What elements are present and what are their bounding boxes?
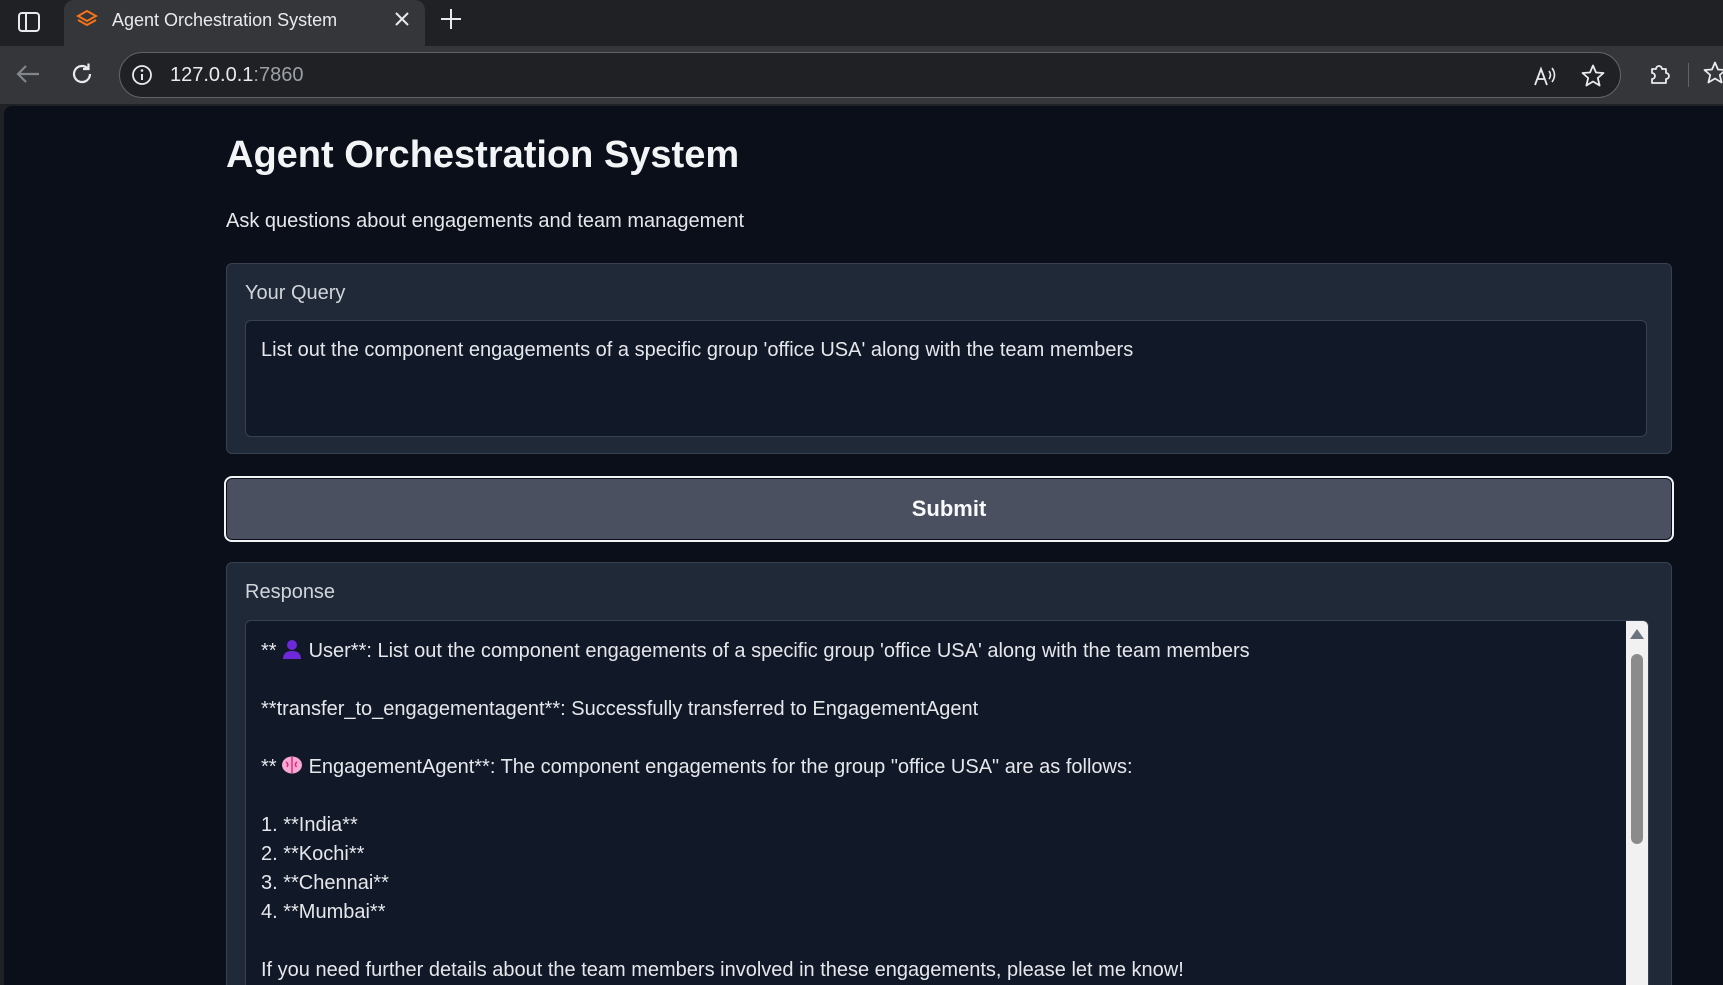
url-host: 127.0.0.1 bbox=[170, 64, 254, 86]
plus-icon[interactable] bbox=[436, 4, 466, 34]
query-input[interactable]: List out the component engagements of a … bbox=[245, 320, 1647, 437]
closing-message: If you need further details about the te… bbox=[261, 959, 1184, 981]
page-viewport: Agent Orchestration System Ask questions… bbox=[4, 106, 1723, 985]
agent-line: EngagementAgent**: The component engagem… bbox=[308, 756, 1133, 778]
list-item: 2. **Kochi** bbox=[261, 843, 365, 865]
tab-title: Agent Orchestration System bbox=[112, 10, 338, 30]
info-icon[interactable] bbox=[131, 64, 153, 86]
url-text: 127.0.0.1:7860 bbox=[170, 64, 303, 87]
response-text: ** User**: List out the component engagem… bbox=[261, 637, 1611, 985]
response-label: Response bbox=[245, 581, 336, 603]
user-line: User**: List out the component engagemen… bbox=[308, 640, 1250, 662]
url-port: :7860 bbox=[253, 64, 304, 86]
submit-button[interactable]: Submit bbox=[224, 476, 1674, 542]
list-item: 1. **India** bbox=[261, 814, 358, 836]
star-list-icon[interactable] bbox=[1700, 58, 1723, 88]
back-arrow-icon[interactable] bbox=[12, 58, 44, 90]
active-tab[interactable]: Agent Orchestration System bbox=[64, 0, 425, 46]
sidebar-icon[interactable] bbox=[14, 7, 44, 37]
tab-strip: Agent Orchestration System bbox=[0, 0, 1723, 46]
scroll-up-arrow-icon[interactable] bbox=[1630, 629, 1644, 639]
agent-prefix: ** bbox=[261, 756, 277, 778]
transfer-message: **transfer_to_engagementagent**: Success… bbox=[261, 698, 979, 720]
response-output[interactable]: ** User**: List out the component engagem… bbox=[245, 620, 1649, 985]
toolbar-divider bbox=[1688, 63, 1689, 87]
page-title: Agent Orchestration System bbox=[226, 134, 740, 176]
scroll-thumb[interactable] bbox=[1631, 654, 1643, 844]
brain-icon bbox=[281, 754, 303, 776]
query-label: Your Query bbox=[245, 282, 346, 304]
puzzle-icon[interactable] bbox=[1645, 58, 1675, 88]
list-item: 3. **Chennai** bbox=[261, 872, 389, 894]
query-block: Your Query List out the component engage… bbox=[226, 263, 1672, 454]
gradio-logo-icon bbox=[75, 8, 99, 30]
user-message: ** User**: List out the component engagem… bbox=[261, 637, 1611, 666]
user-prefix: ** bbox=[261, 640, 277, 662]
star-icon[interactable] bbox=[1580, 63, 1606, 89]
close-icon[interactable] bbox=[389, 6, 415, 32]
list-item: 4. **Mumbai** bbox=[261, 901, 386, 923]
response-scrollbar[interactable] bbox=[1626, 621, 1648, 985]
read-aloud-icon[interactable] bbox=[1532, 63, 1558, 89]
address-bar[interactable]: 127.0.0.1:7860 bbox=[119, 52, 1621, 98]
browser-toolbar: 127.0.0.1:7860 bbox=[0, 46, 1723, 104]
agent-message: ** EngagementAgent**: The component engag… bbox=[261, 753, 1611, 782]
page-subtitle: Ask questions about engagements and team… bbox=[226, 210, 745, 232]
response-block: Response ** User**: List out the componen… bbox=[226, 562, 1672, 985]
user-icon bbox=[281, 638, 303, 660]
reload-icon[interactable] bbox=[66, 58, 98, 90]
